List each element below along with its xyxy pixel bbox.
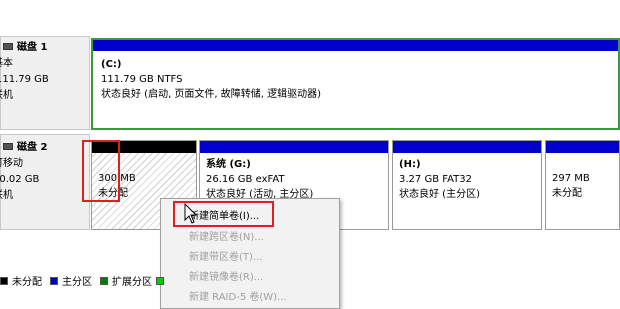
primary-partition-bar bbox=[393, 141, 541, 153]
menu-item-new-striped-volume[interactable]: 新建带区卷(T)... bbox=[161, 248, 339, 268]
menu-item-new-spanned-volume[interactable]: 新建跨区卷(N)... bbox=[161, 228, 339, 248]
unallocated-swatch bbox=[0, 276, 8, 285]
partition-label: (H:) bbox=[399, 159, 421, 170]
legend: 未分配 主分区 扩展分区 bbox=[0, 272, 168, 289]
legend-label: 未分配 bbox=[12, 277, 42, 288]
primary-swatch bbox=[50, 276, 58, 285]
disk-1-type: 基本 bbox=[0, 58, 13, 69]
legend-unallocated: 未分配 bbox=[0, 272, 42, 289]
disk-2-title: 磁盘 2 bbox=[17, 142, 48, 153]
partition-status: 状态良好 (主分区) bbox=[399, 189, 480, 200]
partition-unallocated-2[interactable]: 297 MB 未分配 bbox=[545, 140, 620, 230]
free-space-swatch bbox=[156, 276, 164, 285]
disk-2-status: 联机 bbox=[0, 190, 13, 201]
primary-partition-bar bbox=[93, 40, 618, 51]
disk-1-info[interactable]: 磁盘 1 基本 111.79 GB 联机 bbox=[0, 36, 90, 130]
partition-c[interactable]: (C:) 111.79 GB NTFS 状态良好 (启动, 页面文件, 故障转储… bbox=[91, 38, 620, 130]
disk-icon bbox=[3, 43, 13, 50]
highlight-unallocated bbox=[82, 140, 120, 202]
mouse-cursor-icon bbox=[184, 203, 198, 224]
disk-1-size: 111.79 GB bbox=[0, 74, 49, 85]
partition-size: 111.79 GB NTFS bbox=[101, 74, 183, 85]
disk-icon bbox=[3, 143, 13, 150]
partition-size: 297 MB bbox=[552, 173, 590, 184]
legend-primary: 主分区 bbox=[50, 272, 92, 289]
disk-1-title: 磁盘 1 bbox=[17, 42, 48, 53]
primary-partition-bar bbox=[546, 141, 619, 153]
partition-size: 26.16 GB exFAT bbox=[206, 174, 285, 185]
disk-1-status: 联机 bbox=[0, 90, 13, 101]
disk-2-info[interactable]: 磁盘 2 可移动 30.02 GB 联机 bbox=[0, 134, 90, 230]
legend-extended: 扩展分区 bbox=[100, 272, 152, 289]
legend-label: 扩展分区 bbox=[112, 277, 152, 288]
menu-item-new-raid5-volume[interactable]: 新建 RAID-5 卷(W)... bbox=[161, 288, 339, 308]
partition-status: 未分配 bbox=[552, 188, 582, 199]
menu-item-new-mirrored-volume[interactable]: 新建镜像卷(R)... bbox=[161, 268, 339, 288]
partition-h[interactable]: (H:) 3.27 GB FAT32 状态良好 (主分区) bbox=[392, 140, 542, 230]
extended-swatch bbox=[100, 276, 108, 285]
primary-partition-bar bbox=[200, 141, 388, 153]
disk-2-size: 30.02 GB bbox=[0, 174, 40, 185]
partition-label: (C:) bbox=[101, 59, 122, 70]
legend-label: 主分区 bbox=[62, 277, 92, 288]
partition-status: 状态良好 (启动, 页面文件, 故障转储, 逻辑驱动器) bbox=[101, 89, 322, 100]
partition-size: 3.27 GB FAT32 bbox=[399, 174, 472, 185]
partition-label: 系统 (G:) bbox=[206, 159, 251, 170]
disk-2-type: 可移动 bbox=[0, 158, 23, 169]
